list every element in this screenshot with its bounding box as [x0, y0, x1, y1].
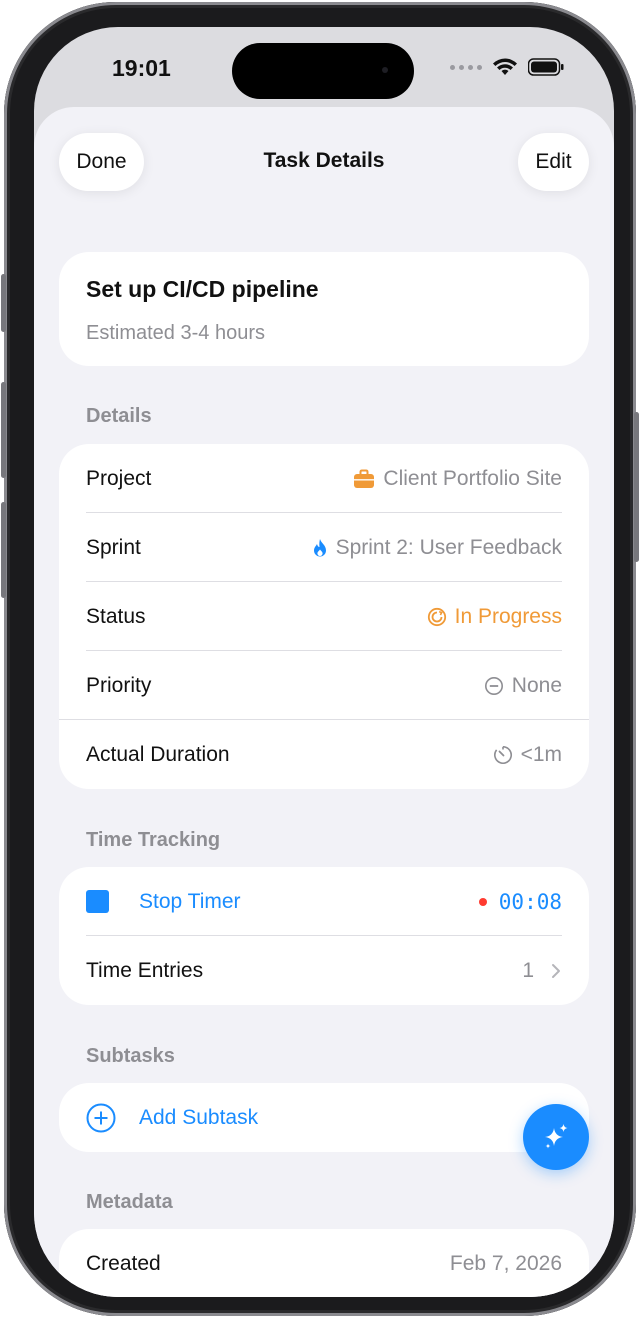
time-entries-label: Time Entries — [86, 958, 204, 982]
edit-button[interactable]: Edit — [518, 133, 589, 191]
ai-sparkle-button[interactable] — [523, 1104, 589, 1170]
minus-circle-icon — [484, 676, 503, 695]
wifi-icon — [493, 58, 517, 75]
task-estimate: Estimated 3-4 hours — [86, 322, 265, 344]
action-button — [1, 274, 6, 332]
timer-value: 00:08 — [498, 889, 562, 914]
status-label: Status — [86, 604, 146, 628]
details-section-label: Details — [86, 405, 152, 427]
duration-label: Actual Duration — [86, 742, 230, 766]
add-subtask-button[interactable]: Add Subtask — [139, 1106, 562, 1130]
subtasks-card: Add Subtask — [59, 1083, 589, 1152]
sparkles-icon — [545, 1124, 568, 1149]
duration-value: <1m — [520, 742, 562, 766]
dynamic-island — [232, 43, 414, 99]
timer-icon — [493, 745, 512, 764]
time-entries-count: 1 — [522, 958, 534, 982]
phone-frame: 19:01 Done Task Details Edit Set up CI/C… — [1, 2, 639, 1316]
side-button — [634, 412, 639, 562]
add-subtask-row[interactable]: Add Subtask — [59, 1083, 589, 1152]
time-tracking-card: Stop Timer 00:08 Time Entries 1 — [59, 867, 589, 1005]
stop-icon — [86, 890, 109, 913]
status-time: 19:01 — [112, 55, 171, 81]
sprint-row[interactable]: Sprint Sprint 2: User Feedback — [59, 513, 589, 582]
stop-timer-button[interactable]: Stop Timer — [139, 890, 479, 914]
created-value: Feb 7, 2026 — [449, 1251, 562, 1275]
details-card: Project Client Portfolio Site Sprint Spr… — [59, 444, 589, 789]
plus-circle-icon — [86, 1103, 116, 1132]
priority-value: None — [511, 673, 562, 697]
metadata-section-label: Metadata — [86, 1191, 173, 1213]
chevron-right-icon — [552, 963, 560, 978]
metadata-card: Created Feb 7, 2026 — [59, 1229, 589, 1297]
volume-up-button — [1, 382, 6, 478]
created-row: Created Feb 7, 2026 — [59, 1229, 589, 1297]
progress-icon — [427, 607, 446, 626]
status-indicators — [450, 57, 564, 77]
flame-icon — [313, 538, 326, 556]
stop-timer-row[interactable]: Stop Timer 00:08 — [59, 867, 589, 936]
project-row[interactable]: Project Client Portfolio Site — [59, 444, 589, 513]
time-entries-row[interactable]: Time Entries 1 — [59, 936, 589, 1005]
project-label: Project — [86, 466, 152, 490]
task-title-card: Set up CI/CD pipeline Estimated 3-4 hour… — [59, 252, 589, 366]
signal-icon — [450, 64, 482, 70]
status-row[interactable]: Status In Progress — [59, 582, 589, 651]
task-title: Set up CI/CD pipeline — [86, 276, 319, 302]
duration-row: Actual Duration <1m — [59, 720, 589, 789]
subtasks-section-label: Subtasks — [86, 1045, 175, 1067]
time-tracking-section-label: Time Tracking — [86, 829, 221, 851]
screen: 19:01 Done Task Details Edit Set up CI/C… — [34, 27, 614, 1297]
created-label: Created — [86, 1251, 161, 1275]
briefcase-icon — [354, 469, 375, 488]
status-value: In Progress — [454, 604, 562, 628]
volume-down-button — [1, 502, 6, 598]
sprint-label: Sprint — [86, 535, 141, 559]
project-value: Client Portfolio Site — [383, 466, 562, 490]
task-details-sheet: Done Task Details Edit Set up CI/CD pipe… — [34, 107, 614, 1297]
priority-row[interactable]: Priority None — [59, 651, 589, 720]
recording-dot-icon — [478, 897, 487, 906]
sprint-value: Sprint 2: User Feedback — [335, 535, 562, 559]
battery-icon — [528, 58, 564, 76]
priority-label: Priority — [86, 673, 152, 697]
